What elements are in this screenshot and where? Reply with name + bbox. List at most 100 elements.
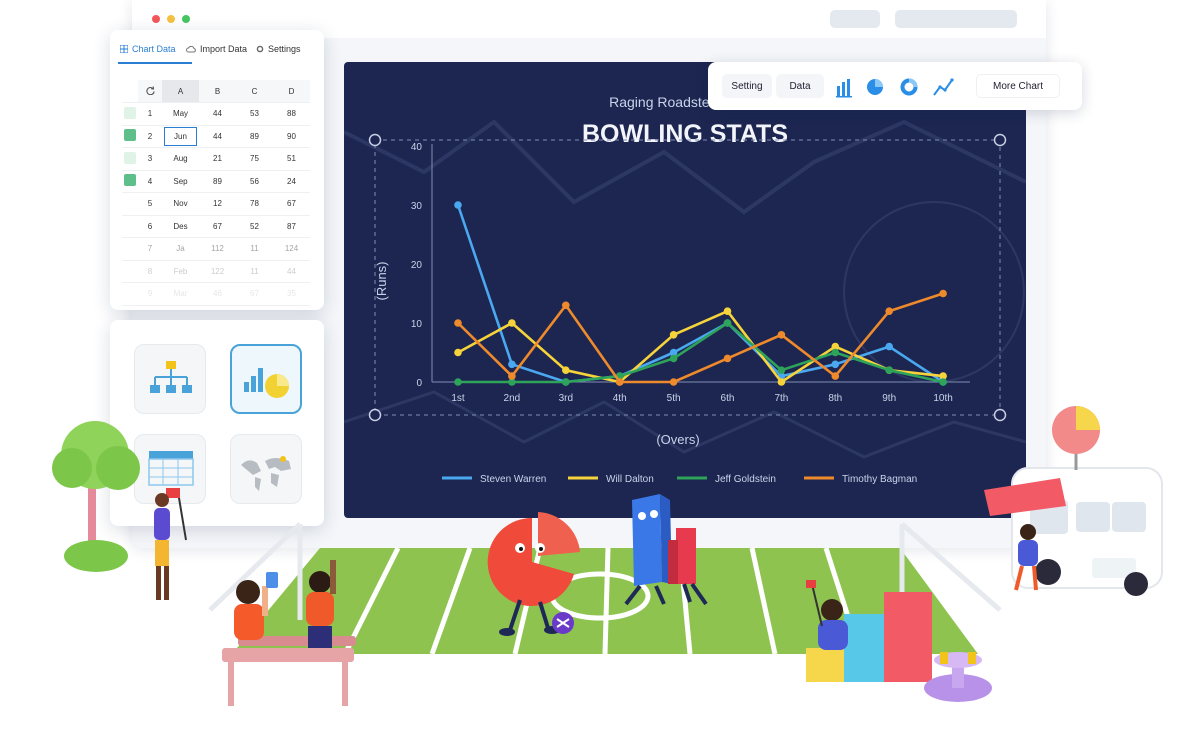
table-chart-tile[interactable] bbox=[134, 434, 206, 504]
data-point[interactable] bbox=[454, 319, 462, 327]
cell-c[interactable]: 53 bbox=[236, 102, 273, 126]
refresh-cell[interactable] bbox=[138, 80, 162, 103]
row-checkbox[interactable] bbox=[122, 260, 138, 283]
data-point[interactable] bbox=[508, 372, 516, 380]
checkbox[interactable] bbox=[124, 174, 136, 187]
address-bar[interactable] bbox=[895, 10, 1017, 28]
tab-import-data[interactable]: Import Data bbox=[186, 44, 247, 54]
data-point[interactable] bbox=[615, 378, 624, 386]
cell-b[interactable]: 12 bbox=[199, 192, 236, 216]
column-header-c[interactable]: C bbox=[236, 80, 273, 103]
data-button[interactable]: Data bbox=[776, 74, 824, 98]
cell-c[interactable]: 67 bbox=[236, 282, 273, 306]
data-point[interactable] bbox=[508, 360, 516, 369]
cell-c[interactable]: 89 bbox=[236, 125, 273, 148]
row-checkbox[interactable] bbox=[122, 237, 138, 261]
tab-chart-data[interactable]: Chart Data bbox=[120, 44, 176, 54]
cell-a[interactable]: Des bbox=[162, 215, 199, 238]
resize-handle-bottom-right[interactable] bbox=[993, 408, 1007, 422]
cell-b[interactable]: 44 bbox=[199, 102, 236, 126]
checkbox[interactable] bbox=[124, 129, 136, 142]
checkbox[interactable] bbox=[124, 151, 136, 164]
data-point[interactable] bbox=[885, 307, 893, 315]
data-point[interactable] bbox=[454, 378, 462, 386]
series-line[interactable] bbox=[456, 204, 944, 384]
cell-b[interactable]: 67 bbox=[199, 215, 236, 238]
data-point[interactable] bbox=[454, 201, 462, 209]
data-point[interactable] bbox=[777, 331, 786, 339]
resize-handle-top-right[interactable] bbox=[993, 133, 1007, 147]
row-checkbox[interactable] bbox=[122, 215, 138, 238]
data-point[interactable] bbox=[831, 372, 840, 380]
data-point[interactable] bbox=[777, 366, 786, 375]
cell-c[interactable]: 56 bbox=[236, 170, 273, 193]
cell-b[interactable]: 46 bbox=[199, 282, 236, 306]
cell-d[interactable]: 87 bbox=[273, 215, 310, 238]
setting-button[interactable]: Setting bbox=[722, 74, 772, 98]
bar-chart-icon[interactable] bbox=[834, 76, 856, 98]
column-header-b[interactable]: B bbox=[199, 80, 236, 103]
cell-b[interactable]: 21 bbox=[199, 147, 236, 171]
checkbox[interactable] bbox=[124, 106, 136, 119]
cell-c[interactable]: 78 bbox=[236, 192, 273, 216]
resize-handle-bottom-left[interactable] bbox=[368, 408, 382, 422]
cell-d[interactable]: 90 bbox=[273, 125, 310, 148]
more-chart-button[interactable]: More Chart bbox=[976, 74, 1060, 98]
row-checkbox[interactable] bbox=[122, 147, 138, 171]
cell-a[interactable]: Ja bbox=[162, 237, 199, 261]
refresh-icon[interactable] bbox=[145, 85, 155, 95]
cell-c[interactable]: 52 bbox=[236, 215, 273, 238]
row-checkbox[interactable] bbox=[122, 102, 138, 126]
cell-c[interactable]: 75 bbox=[236, 147, 273, 171]
cell-b[interactable]: 122 bbox=[199, 260, 236, 283]
cell-b[interactable]: 112 bbox=[199, 237, 236, 261]
data-point[interactable] bbox=[885, 342, 893, 351]
cell-c[interactable]: 11 bbox=[236, 237, 273, 261]
data-point[interactable] bbox=[508, 319, 516, 327]
row-checkbox[interactable] bbox=[122, 170, 138, 193]
line-chart-icon[interactable] bbox=[932, 76, 954, 98]
data-point[interactable] bbox=[885, 366, 893, 375]
cell-a[interactable]: Nov bbox=[162, 192, 199, 216]
data-point[interactable] bbox=[669, 378, 678, 386]
data-point[interactable] bbox=[669, 331, 678, 339]
cell-a[interactable]: May bbox=[162, 102, 199, 126]
cell-a[interactable]: Jun bbox=[162, 125, 199, 148]
cell-a[interactable]: Aug bbox=[162, 147, 199, 171]
data-point[interactable] bbox=[777, 378, 786, 386]
cell-d[interactable]: 67 bbox=[273, 192, 310, 216]
row-checkbox[interactable] bbox=[122, 282, 138, 306]
row-checkbox[interactable] bbox=[122, 192, 138, 216]
bar-pie-chart-tile[interactable] bbox=[230, 344, 302, 414]
data-point[interactable] bbox=[723, 319, 732, 327]
cell-b[interactable]: 44 bbox=[199, 125, 236, 148]
row-checkbox[interactable] bbox=[122, 125, 138, 148]
column-header-a[interactable]: A bbox=[162, 80, 199, 103]
cell-a[interactable]: Mar bbox=[162, 282, 199, 306]
pie-chart-icon[interactable] bbox=[864, 76, 886, 98]
data-point[interactable] bbox=[669, 354, 678, 363]
data-point[interactable] bbox=[723, 307, 732, 315]
minimize-window-dot[interactable] bbox=[167, 15, 175, 23]
data-point[interactable] bbox=[831, 348, 840, 357]
maximize-window-dot[interactable] bbox=[182, 15, 190, 23]
cell-c[interactable]: 11 bbox=[236, 260, 273, 283]
cell-d[interactable]: 44 bbox=[273, 260, 310, 283]
donut-chart-icon[interactable] bbox=[898, 76, 920, 98]
map-chart-tile[interactable] bbox=[230, 434, 302, 504]
tab-settings[interactable]: Settings bbox=[256, 44, 301, 54]
data-point[interactable] bbox=[562, 366, 570, 375]
cell-b[interactable]: 89 bbox=[199, 170, 236, 193]
org-chart-tile[interactable] bbox=[134, 344, 206, 414]
cell-a[interactable]: Sep bbox=[162, 170, 199, 193]
data-point[interactable] bbox=[939, 289, 947, 298]
cell-d[interactable]: 51 bbox=[273, 147, 310, 171]
cell-d[interactable]: 88 bbox=[273, 102, 310, 126]
column-header-d[interactable]: D bbox=[273, 80, 310, 103]
cell-d[interactable]: 24 bbox=[273, 170, 310, 193]
data-point[interactable] bbox=[723, 354, 732, 363]
data-point[interactable] bbox=[939, 378, 947, 386]
resize-handle-top-left[interactable] bbox=[368, 133, 382, 147]
data-point[interactable] bbox=[562, 301, 570, 310]
data-point[interactable] bbox=[831, 360, 840, 369]
